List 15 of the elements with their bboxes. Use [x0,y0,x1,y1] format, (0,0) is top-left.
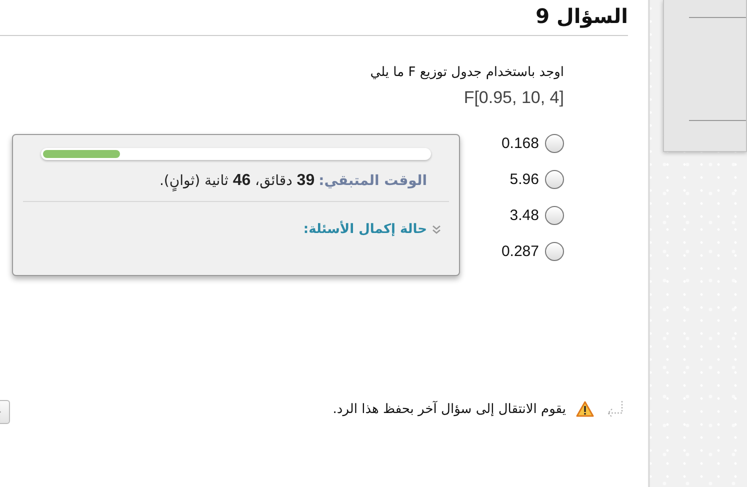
completion-status-link[interactable]: حالة إكمال الأسئلة: [303,222,427,237]
radio-button[interactable] [545,242,564,261]
warning-icon [576,401,594,417]
time-label: الوقت المتبقي: [318,173,427,189]
question-expression: F[0.95, 10, 4] [464,88,564,108]
radio-button[interactable] [545,134,564,153]
question-prompt: اوجد باستخدام جدول توزيع F ما يلي [370,65,564,80]
question-title: السؤال 9 [536,4,628,28]
radio-button[interactable] [545,206,564,225]
radio-button[interactable] [545,170,564,189]
option-label: 0.168 [501,135,539,152]
option-label: 3.48 [510,207,539,224]
save-note: يقوم الانتقال إلى سؤال آخر بحفظ هذا الرد. [332,402,566,416]
option-label: 5.96 [510,171,539,188]
option-label: 0.287 [501,243,539,260]
